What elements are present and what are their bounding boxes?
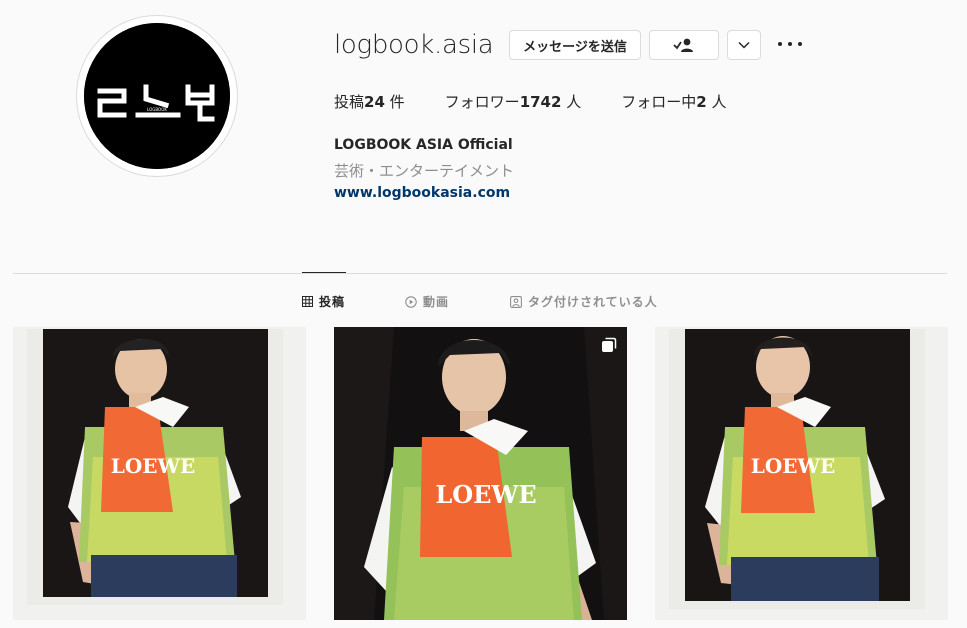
followers-unit: 人	[561, 93, 582, 111]
avatar[interactable]: LOGBOOK ENTERTAINMENT	[76, 15, 238, 177]
svg-text:ENTERTAINMENT: ENTERTAINMENT	[140, 113, 174, 118]
svg-text:LOGBOOK: LOGBOOK	[147, 107, 167, 112]
full-name: LOGBOOK ASIA Official	[334, 137, 513, 153]
following-unit: 人	[706, 93, 727, 111]
post-image: LOEWE	[334, 327, 627, 620]
tab-videos[interactable]: 動画	[405, 293, 449, 310]
multiple-posts-icon	[602, 337, 617, 352]
followers-label: フォロワー	[444, 93, 520, 111]
following-label: フォロー中	[621, 93, 697, 111]
following-link[interactable]: フォロー中2 人	[621, 91, 726, 112]
play-icon	[405, 295, 417, 308]
active-tab-indicator	[302, 272, 346, 273]
posts-unit: 件	[384, 93, 405, 111]
post-image: LOEWE	[13, 327, 306, 620]
category: 芸術・エンターテイメント	[334, 162, 515, 180]
following-button[interactable]	[649, 30, 719, 60]
tagged-person-icon	[510, 295, 522, 308]
post-thumbnail[interactable]: LOEWE	[334, 327, 627, 620]
profile-page: LOGBOOK ENTERTAINMENT logbook.asia メッセージ…	[0, 0, 967, 628]
tabs-divider	[13, 273, 947, 274]
tab-tagged[interactable]: タグ付けされている人	[510, 293, 658, 310]
website-link[interactable]: www.logbookasia.com	[334, 185, 510, 201]
shirt-text: LOEWE	[751, 454, 835, 478]
post-thumbnail[interactable]: LOEWE	[13, 327, 306, 620]
chevron-down-icon	[738, 41, 750, 49]
tab-tagged-label: タグ付けされている人	[528, 295, 658, 309]
tab-posts-label: 投稿	[319, 295, 346, 309]
shirt-text: LOEWE	[435, 480, 536, 509]
posts-count: 投稿24 件	[334, 91, 405, 112]
following-number: 2	[696, 93, 707, 111]
tab-videos-label: 動画	[423, 295, 450, 309]
post-thumbnail[interactable]: LOEWE	[655, 327, 948, 620]
tab-posts[interactable]: 投稿	[302, 293, 345, 310]
followers-number: 1742	[519, 93, 562, 111]
message-button[interactable]: メッセージを送信	[509, 30, 641, 60]
shirt-text: LOEWE	[111, 454, 195, 478]
posts-number: 24	[364, 93, 385, 111]
logbook-logo: LOGBOOK ENTERTAINMENT	[84, 23, 230, 169]
avatar-image: LOGBOOK ENTERTAINMENT	[84, 23, 230, 169]
username: logbook.asia	[334, 30, 494, 60]
grid-icon	[302, 296, 313, 307]
posts-label: 投稿	[334, 93, 365, 111]
followers-link[interactable]: フォロワー1742 人	[445, 91, 582, 112]
suggested-dropdown-button[interactable]	[727, 30, 761, 60]
profile-stats: 投稿24 件 フォロワー1742 人 フォロー中2 人	[334, 91, 766, 112]
more-options-icon[interactable]	[778, 38, 802, 50]
person-check-icon	[673, 38, 693, 52]
post-image: LOEWE	[655, 327, 948, 620]
